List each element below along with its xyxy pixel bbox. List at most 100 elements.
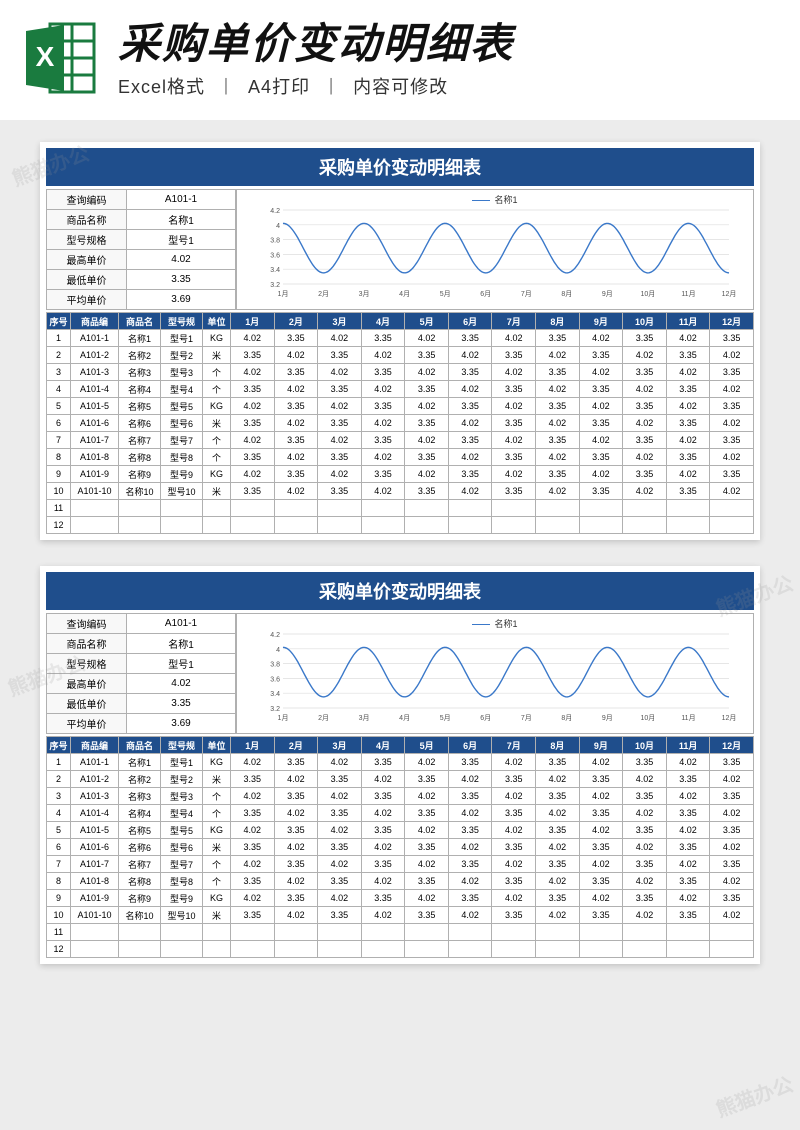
table-header: 6月 [448, 737, 492, 754]
svg-text:3月: 3月 [359, 290, 370, 298]
table-cell: 4.02 [231, 822, 275, 839]
table-cell: 4.02 [536, 347, 580, 364]
table-cell: 3.35 [318, 771, 362, 788]
table-cell: 3.35 [710, 432, 754, 449]
table-cell: 3.35 [492, 873, 536, 890]
table-header: 2月 [274, 737, 318, 754]
table-header: 8月 [536, 313, 580, 330]
table-cell: 3.35 [710, 754, 754, 771]
excel-icon: X [20, 18, 100, 103]
banner-subtitle: Excel格式 丨 A4打印 丨 内容可修改 [118, 73, 780, 99]
table-cell: 4.02 [623, 483, 667, 500]
data-table: 序号商品编商品名型号规单位1月2月3月4月5月6月7月8月9月10月11月12月… [46, 736, 754, 958]
svg-text:11月: 11月 [681, 290, 695, 298]
chart-legend: 名称1 [243, 193, 747, 206]
summary-value: 3.69 [127, 290, 236, 310]
svg-text:3.6: 3.6 [270, 252, 280, 259]
table-cell: A101-7 [71, 432, 119, 449]
summary-value: 3.69 [127, 714, 236, 734]
table-cell: 米 [203, 415, 231, 432]
table-cell: 3.35 [274, 856, 318, 873]
table-cell: 3.35 [579, 839, 623, 856]
table-row: 3A101-3名称3型号3个4.023.354.023.354.023.354.… [47, 788, 754, 805]
table-cell: 3.35 [579, 805, 623, 822]
table-cell: 9 [47, 466, 71, 483]
svg-text:1月: 1月 [278, 714, 289, 722]
svg-text:10月: 10月 [641, 290, 656, 298]
table-cell [623, 924, 667, 941]
svg-text:5月: 5月 [440, 290, 451, 298]
table-cell: 4.02 [536, 449, 580, 466]
table-cell [71, 924, 119, 941]
summary-label: 平均单价 [47, 290, 127, 310]
table-row: 10A101-10名称10型号10米3.354.023.354.023.354.… [47, 483, 754, 500]
sheet-title: 采购单价变动明细表 [46, 572, 754, 610]
table-cell [448, 924, 492, 941]
banner-title: 采购单价变动明细表 [118, 21, 780, 67]
table-cell: 6 [47, 839, 71, 856]
table-cell: 4.02 [405, 890, 449, 907]
table-cell [492, 924, 536, 941]
table-row: 5A101-5名称5型号5KG4.023.354.023.354.023.354… [47, 398, 754, 415]
table-cell: 4.02 [579, 398, 623, 415]
svg-text:4月: 4月 [399, 290, 410, 298]
table-cell: 4.02 [274, 483, 318, 500]
banner-text: 采购单价变动明细表 Excel格式 丨 A4打印 丨 内容可修改 [118, 21, 780, 99]
table-cell [710, 941, 754, 958]
table-cell: 4.02 [710, 483, 754, 500]
table-cell [536, 500, 580, 517]
table-header: 1月 [231, 313, 275, 330]
table-cell: 名称8 [119, 873, 161, 890]
table-cell: 4.02 [448, 381, 492, 398]
table-cell [161, 517, 203, 534]
table-cell: 3.35 [579, 771, 623, 788]
table-cell: A101-1 [71, 330, 119, 347]
svg-text:8月: 8月 [561, 714, 572, 722]
table-header: 商品名 [119, 313, 161, 330]
table-cell: 3.35 [623, 754, 667, 771]
table-cell: KG [203, 466, 231, 483]
table-cell: 4.02 [274, 771, 318, 788]
table-cell: 3.35 [274, 890, 318, 907]
table-row: 7A101-7名称7型号7个4.023.354.023.354.023.354.… [47, 856, 754, 873]
table-cell: 名称3 [119, 788, 161, 805]
svg-text:3.8: 3.8 [270, 238, 280, 245]
table-cell: 3 [47, 788, 71, 805]
table-cell: 10 [47, 907, 71, 924]
table-cell: 4.02 [623, 415, 667, 432]
table-header: 3月 [318, 313, 362, 330]
table-header: 3月 [318, 737, 362, 754]
table-cell: 3.35 [231, 873, 275, 890]
table-cell: 名称5 [119, 822, 161, 839]
table-cell: 4.02 [361, 839, 405, 856]
table-cell [203, 500, 231, 517]
table-header: 6月 [448, 313, 492, 330]
table-cell: A101-9 [71, 466, 119, 483]
table-cell: 4.02 [579, 788, 623, 805]
table-cell: 型号4 [161, 805, 203, 822]
svg-text:3.2: 3.2 [270, 282, 280, 289]
svg-text:6月: 6月 [480, 714, 491, 722]
table-cell: 3.35 [231, 347, 275, 364]
svg-text:4: 4 [276, 223, 280, 230]
table-header: 10月 [623, 313, 667, 330]
table-cell: A101-3 [71, 788, 119, 805]
table-cell: 个 [203, 805, 231, 822]
summary-label: 查询编码 [47, 190, 127, 210]
table-cell: 3.35 [536, 754, 580, 771]
table-cell: 3.35 [318, 347, 362, 364]
table-cell: 3.35 [536, 364, 580, 381]
table-cell: 12 [47, 517, 71, 534]
table-cell: 3.35 [536, 330, 580, 347]
svg-text:9月: 9月 [602, 290, 613, 298]
table-cell: 4.02 [492, 432, 536, 449]
table-cell: 型号7 [161, 432, 203, 449]
table-cell: 3.35 [318, 381, 362, 398]
table-cell: 名称6 [119, 415, 161, 432]
svg-text:9月: 9月 [602, 714, 613, 722]
table-cell: 4.02 [710, 805, 754, 822]
table-cell: 型号6 [161, 839, 203, 856]
table-cell: 4.02 [579, 466, 623, 483]
summary-label: 商品名称 [47, 634, 127, 654]
table-cell: 3.35 [623, 466, 667, 483]
